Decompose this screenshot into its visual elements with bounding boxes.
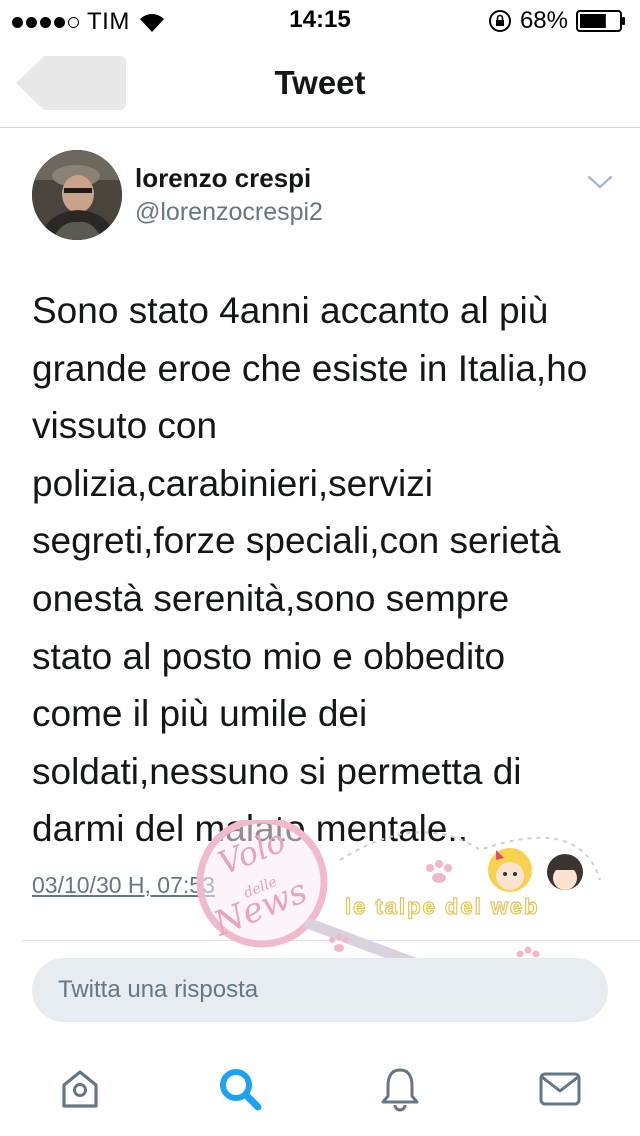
tweet-text: Sono stato 4anni accanto al più grande e… <box>32 282 622 858</box>
avatar-image <box>32 150 122 240</box>
tweet-text-line: stato al posto mio e obbedito <box>32 635 506 677</box>
battery-percentage: 68% <box>519 7 568 34</box>
divider <box>22 940 640 941</box>
page-title: Tweet <box>274 64 366 101</box>
status-bar: TIM 14:15 68% <box>0 0 640 40</box>
battery-icon <box>576 10 625 32</box>
notifications-icon <box>381 1068 419 1112</box>
tab-messages[interactable] <box>535 1064 585 1114</box>
tweet-text-line: polizia,carabinieri,servizi <box>32 462 433 504</box>
tweet-timestamp[interactable]: 03/10/30 H, 07:53 <box>32 872 215 899</box>
tweet-text-line: come il più umile dei <box>32 693 368 735</box>
chevron-down-icon[interactable] <box>586 172 614 192</box>
watermark-text-2: delle <box>242 874 280 902</box>
status-right: 68% <box>488 7 626 35</box>
rotation-lock-icon <box>488 10 511 32</box>
avatar[interactable] <box>32 150 122 240</box>
watermark-banner-text: le talpe del web <box>345 894 540 919</box>
tweet-text-line: onestà serenità,sono sempre <box>32 577 510 619</box>
tab-search[interactable] <box>215 1064 265 1114</box>
tweet-text-line: soldati,nessuno si permetta di <box>32 750 522 792</box>
navigation-bar: Tweet <box>0 40 640 128</box>
reply-input[interactable]: Twitta una risposta <box>32 958 608 1022</box>
tab-bar <box>0 1046 640 1136</box>
watermark-text-3: News <box>207 871 312 945</box>
tab-home[interactable] <box>55 1064 105 1114</box>
search-icon <box>220 1069 262 1111</box>
messages-icon <box>539 1072 581 1106</box>
tweet-text-line: grande eroe che esiste in Italia,ho <box>32 347 588 389</box>
home-icon <box>62 1070 98 1108</box>
author-handle[interactable]: @lorenzocrespi2 <box>135 198 323 227</box>
tweet-text-line: segreti,forze speciali,con serietà <box>32 520 561 562</box>
reply-placeholder: Twitta una risposta <box>58 976 259 1003</box>
tab-notifications[interactable] <box>375 1064 425 1114</box>
tweet-text-line: vissuto con <box>32 405 218 447</box>
tweet-text-line: Sono stato 4anni accanto al più <box>32 290 549 331</box>
tweet-text-line: darmi del malato mentale.. <box>32 808 468 850</box>
paw-print-icon <box>329 860 540 968</box>
author-name[interactable]: lorenzo crespi <box>135 163 311 194</box>
